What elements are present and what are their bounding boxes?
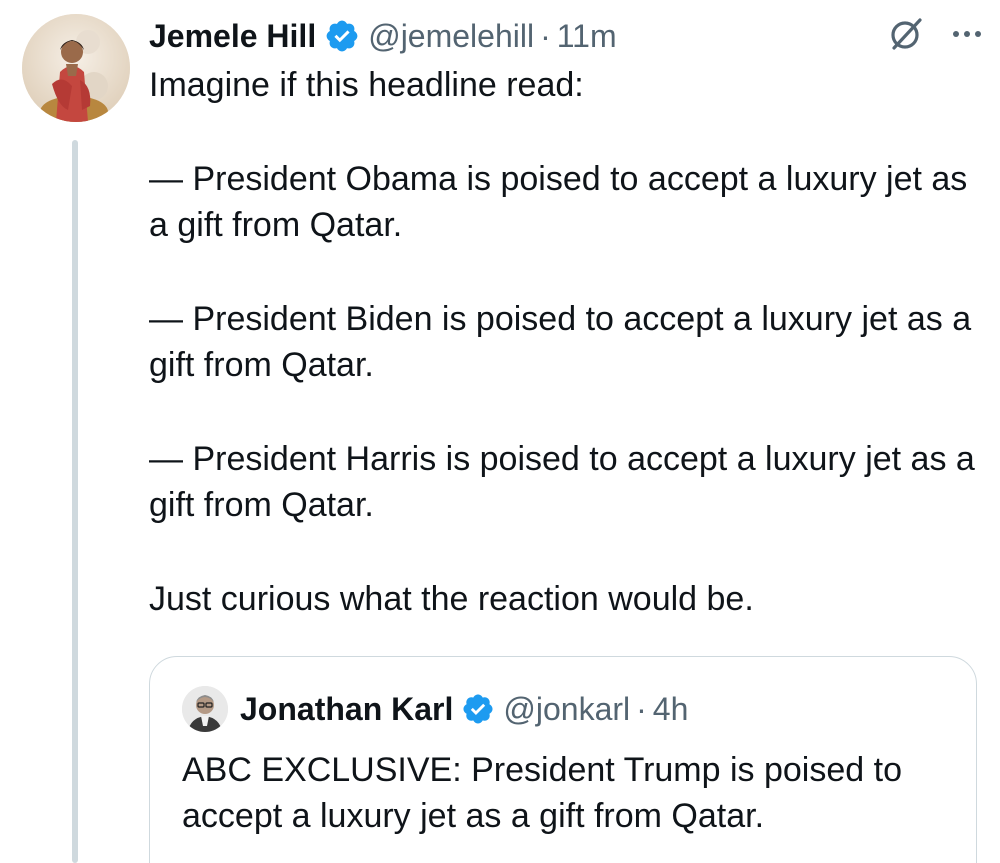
separator-dot: · [636,690,647,727]
author-handle[interactable]: @jemelehill [368,18,534,55]
more-options-icon[interactable] [952,29,982,39]
tweet-paragraph: — President Biden is poised to accept a … [149,300,972,384]
quoted-tweet[interactable]: Jonathan Karl @jonkarl · 4h ABC EXCLUSIV… [149,656,977,863]
tweet-paragraph: — President Harris is poised to accept a… [149,440,975,524]
author-name[interactable]: Jemele Hill [149,18,316,55]
header-actions [886,14,982,54]
tweet-body: Imagine if this headline read: — Preside… [149,62,989,622]
quoted-avatar[interactable] [182,686,228,732]
tweet-paragraph: — President Obama is poised to accept a … [149,160,968,244]
separator-dot: · [540,17,551,54]
verified-badge-icon [461,692,495,726]
quoted-author-handle[interactable]: @jonkarl [503,691,630,728]
avatar[interactable] [22,14,130,122]
tweet-paragraph: Just curious what the reaction would be. [149,580,754,618]
timestamp[interactable]: 11m [557,18,617,55]
tweet-paragraph: Imagine if this headline read: [149,66,584,104]
thread-line [72,140,78,863]
avatar-image [22,14,130,122]
grok-icon[interactable] [886,14,926,54]
quoted-tweet-text: ABC EXCLUSIVE: President Trump is poised… [182,751,902,835]
quoted-timestamp[interactable]: 4h [653,691,689,728]
quoted-author-name[interactable]: Jonathan Karl [240,691,453,728]
quoted-tweet-header: Jonathan Karl @jonkarl · 4h [182,685,688,733]
tweet-header: Jemele Hill @jemelehill · 11m [149,12,617,60]
verified-badge-icon [324,18,360,54]
tweet: Jemele Hill @jemelehill · 11m Imagine if… [0,0,1000,863]
